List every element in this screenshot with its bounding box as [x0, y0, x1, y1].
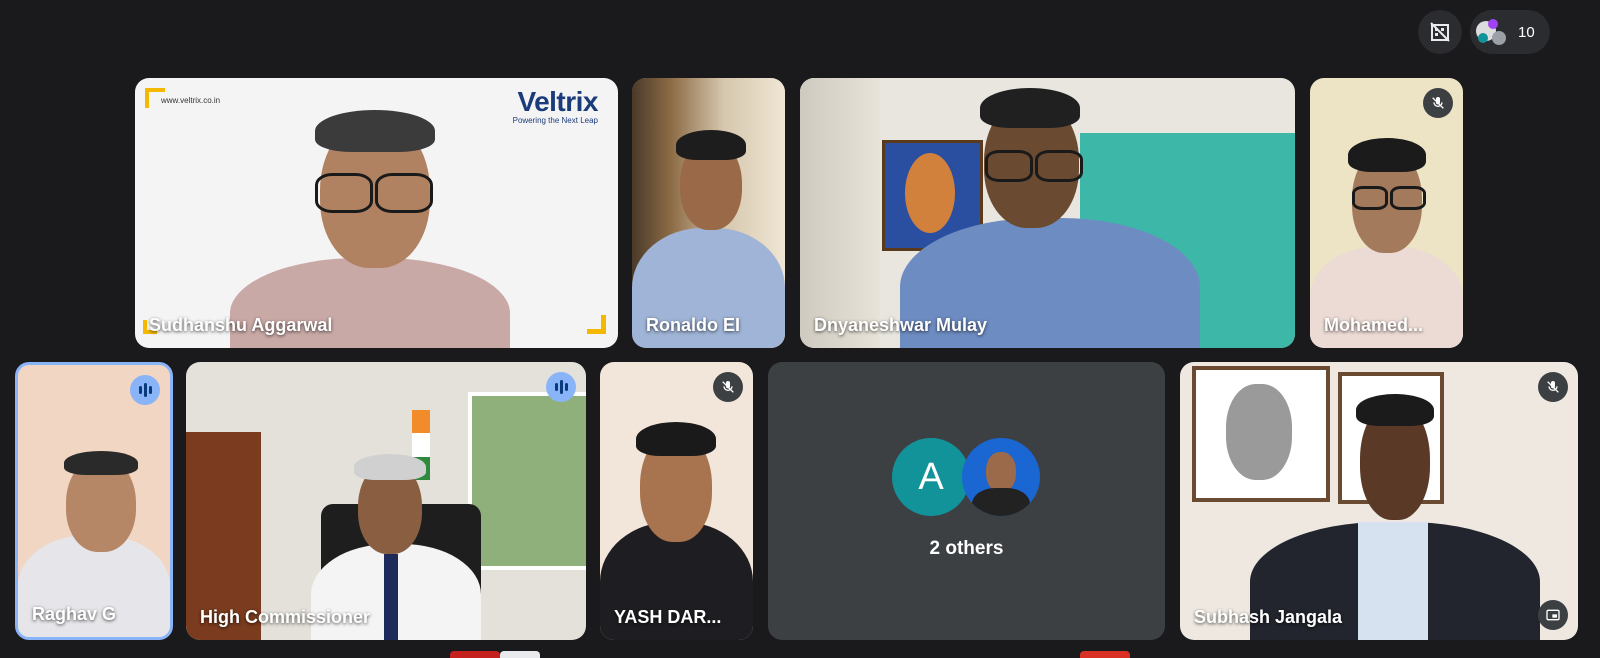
participant-name: High Commissioner	[200, 607, 371, 627]
no-building-icon	[1430, 22, 1450, 42]
veltrix-logo: Veltrix Powering the Next Leap	[512, 86, 599, 125]
video-tile-mohamed[interactable]: Mohamed...	[1310, 78, 1463, 348]
bottom-toolbar-edge	[450, 651, 1150, 658]
participants-button[interactable]: 10	[1470, 10, 1550, 54]
captions-off-button[interactable]	[1418, 10, 1462, 54]
avatar-photo	[962, 438, 1040, 516]
video-tile-subhash[interactable]: Subhash Jangala	[1180, 362, 1578, 640]
picture-in-picture-icon[interactable]	[1538, 600, 1568, 630]
speaking-indicator-icon	[546, 372, 576, 402]
participant-name: Mohamed...	[1324, 315, 1424, 335]
video-tile-ronaldo[interactable]: Ronaldo EI	[632, 78, 785, 348]
video-tile-dnyaneshwar[interactable]: Dnyaneshwar Mulay	[800, 78, 1295, 348]
video-tile-raghav[interactable]: Raghav G	[15, 362, 173, 640]
participant-name: Sudhanshu Aggarwal	[149, 315, 333, 335]
company-url: www.veltrix.co.in	[161, 96, 221, 105]
mic-off-icon	[713, 372, 743, 402]
participant-name: Raghav G	[32, 604, 117, 624]
others-tile[interactable]: A 2 others	[768, 362, 1165, 640]
participant-avatars-icon	[1476, 17, 1510, 47]
window	[468, 392, 586, 570]
corner-logo-mark	[587, 315, 606, 334]
participant-count: 10	[1518, 23, 1535, 41]
participant-name: Ronaldo EI	[646, 315, 740, 335]
mic-off-icon	[1538, 372, 1568, 402]
video-tile-high-commissioner[interactable]: High Commissioner	[186, 362, 586, 640]
others-label: 2 others	[929, 538, 1004, 559]
participant-name: Subhash Jangala	[1194, 607, 1343, 627]
portrait-gandhi	[1192, 366, 1330, 502]
video-tile-yash[interactable]: YASH DAR...	[600, 362, 753, 640]
video-tile-sudhanshu[interactable]: www.veltrix.co.in Veltrix Powering the N…	[135, 78, 618, 348]
speaking-indicator-icon	[130, 375, 160, 405]
mic-off-icon	[1423, 88, 1453, 118]
participant-name: Dnyaneshwar Mulay	[814, 315, 988, 335]
participant-name: YASH DAR...	[614, 607, 722, 627]
avatar-letter: A	[892, 438, 970, 516]
